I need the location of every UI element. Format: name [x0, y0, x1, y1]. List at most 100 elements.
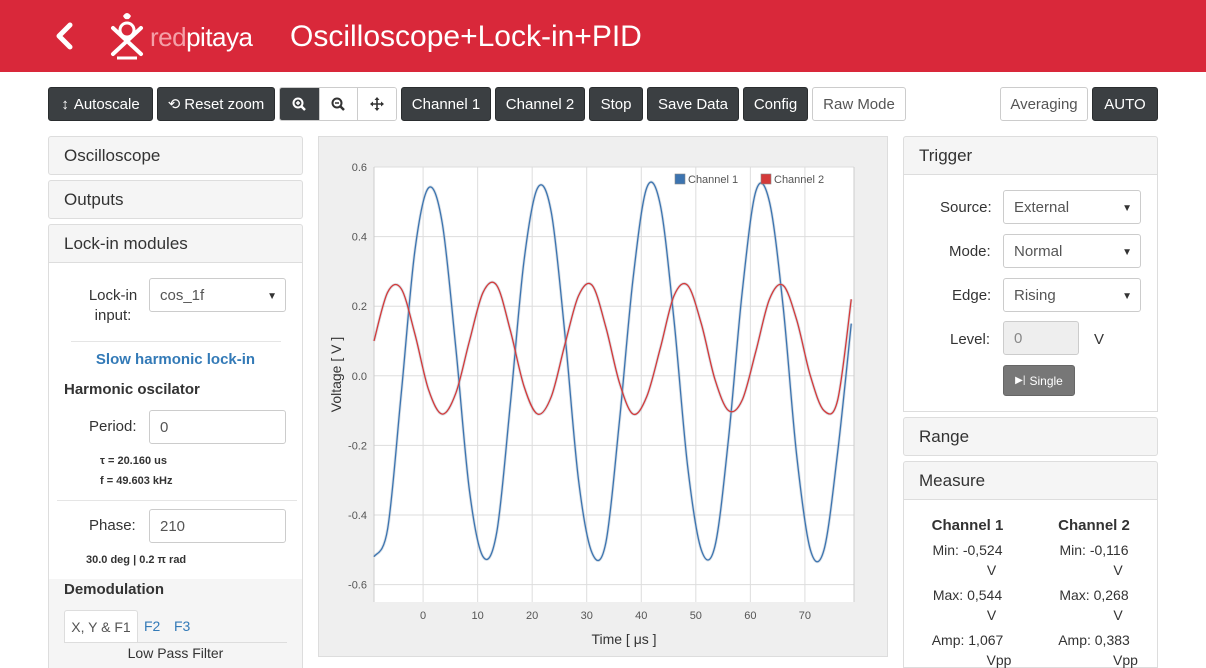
outputs-panel-header[interactable]: Outputs [48, 180, 303, 219]
source-select[interactable]: External ▼ [1003, 190, 1141, 224]
oscilloscope-plot[interactable]: 0 10 20 30 40 50 60 70 0.6 0.4 0.2 0.0 -0.2 -0.4 -0.6 C… [318, 136, 888, 657]
lockin-input-select[interactable]: cos_1f ▼ [149, 278, 286, 312]
caret-down-icon: ▼ [1122, 247, 1132, 258]
app-header: redpitaya Oscilloscope+Lock-in+PID [0, 0, 1206, 72]
ch2-amp-unit: Vpp [1113, 652, 1138, 668]
y-tick-label: -0.6 [348, 580, 367, 592]
phase-input[interactable]: 210 [149, 509, 286, 543]
tab-xy-f1[interactable]: X, Y & F1 [64, 610, 138, 643]
move-icon [370, 97, 385, 111]
divider [57, 500, 297, 501]
frequency-readout: f = 49.603 kHz [100, 475, 173, 487]
refresh-icon: ⟲ [167, 96, 181, 113]
single-button[interactable]: ▶| Single [1003, 365, 1075, 396]
ch2-min: Min: -0,116 [1059, 542, 1129, 558]
legend-label-channel-2: Channel 2 [774, 174, 824, 186]
x-tick-label: 60 [744, 610, 756, 622]
vertical-arrows-icon: ↕ [61, 95, 69, 113]
lockin-panel-header[interactable]: Lock-in modules [48, 224, 303, 263]
low-pass-filter-label: Low Pass Filter [127, 645, 224, 661]
x-axis-label: Time [ μs ] [591, 631, 656, 647]
auto-button[interactable]: AUTO [1092, 87, 1158, 121]
level-input[interactable]: 0 [1003, 321, 1079, 355]
mode-select[interactable]: Normal ▼ [1003, 234, 1141, 268]
demodulation-section: Demodulation X, Y & F1 F2 F3 Low Pass Fi… [49, 579, 302, 668]
channel2-button[interactable]: Channel 2 [495, 87, 585, 121]
step-forward-icon: ▶| [1015, 375, 1026, 386]
caret-down-icon: ▼ [1122, 291, 1132, 302]
level-label: Level: [950, 331, 991, 348]
x-tick-label: 30 [581, 610, 593, 622]
source-label: Source: [940, 199, 992, 216]
divider [71, 341, 281, 342]
raw-mode-button[interactable]: Raw Mode [812, 87, 906, 121]
ch1-min: Min: -0,524 [932, 542, 1003, 558]
pan-button[interactable] [357, 88, 396, 120]
level-unit: V [1094, 331, 1105, 348]
caret-down-icon: ▼ [267, 291, 277, 302]
tab-f2[interactable]: F2 [144, 618, 160, 634]
phase-label: Phase: [89, 517, 136, 534]
y-tick-label: 0.0 [352, 371, 367, 383]
reset-zoom-button[interactable]: ⟲ Reset zoom [157, 87, 275, 121]
measure-ch1-title: Channel 1 [931, 517, 1004, 534]
divider [64, 642, 287, 643]
y-axis-label: Voltage [ V ] [328, 337, 344, 413]
plot-svg: 0 10 20 30 40 50 60 70 0.6 0.4 0.2 0.0 -0.2 -0.4 -0.6 C… [328, 162, 855, 647]
period-label: Period: [89, 418, 137, 435]
measure-panel-body: Channel 1 Min: -0,524 V Max: 0,544 V Amp… [903, 500, 1158, 668]
harmonic-oscilator-heading: Harmonic oscilator [64, 381, 200, 398]
y-tick-label: 0.4 [352, 232, 367, 244]
ch2-min-unit: V [1113, 562, 1123, 578]
zoom-out-icon [331, 97, 346, 111]
y-tick-label: -0.2 [348, 440, 367, 452]
x-tick-label: 50 [690, 610, 702, 622]
ch1-max: Max: 0,544 [932, 587, 1003, 603]
measure-panel-header[interactable]: Measure [903, 461, 1158, 500]
tau-readout: τ = 20.160 us [100, 455, 167, 467]
ch2-max: Max: 0,268 [1059, 587, 1129, 603]
edge-label: Edge: [952, 287, 992, 304]
edge-select[interactable]: Rising ▼ [1003, 278, 1141, 312]
zoom-out-button[interactable] [318, 88, 358, 120]
mode-label: Mode: [949, 243, 991, 260]
y-tick-label: 0.6 [352, 162, 367, 174]
config-button[interactable]: Config [743, 87, 808, 121]
save-data-button[interactable]: Save Data [647, 87, 739, 121]
averaging-button[interactable]: Averaging [1000, 87, 1088, 121]
y-tick-label: -0.4 [348, 510, 367, 522]
x-tick-label: 70 [799, 610, 811, 622]
channel1-button[interactable]: Channel 1 [401, 87, 491, 121]
demodulation-heading: Demodulation [64, 581, 164, 598]
stop-button[interactable]: Stop [589, 87, 643, 121]
autoscale-button[interactable]: ↕ Autoscale [48, 87, 153, 121]
page-title: Oscilloscope+Lock-in+PID [290, 20, 642, 53]
measure-channel2: Channel 2 Min: -0,116 V Max: 0,268 V Amp… [1031, 500, 1157, 668]
lockin-input-label: Lock-in input: [88, 287, 138, 324]
plot-area [374, 167, 854, 602]
measure-ch2-title: Channel 2 [1058, 517, 1130, 534]
ch2-max-unit: V [1113, 607, 1123, 623]
x-tick-label: 0 [420, 610, 426, 622]
x-tick-label: 20 [526, 610, 538, 622]
oscilloscope-panel-header[interactable]: Oscilloscope [48, 136, 303, 175]
trigger-panel-header[interactable]: Trigger [903, 136, 1158, 175]
x-tick-label: 40 [635, 610, 647, 622]
logo-wordmark: redpitaya [150, 22, 253, 52]
back-icon[interactable] [52, 22, 78, 50]
tab-f3[interactable]: F3 [174, 618, 190, 634]
x-tick-label: 10 [472, 610, 484, 622]
zoom-in-button[interactable] [280, 88, 319, 120]
caret-down-icon: ▼ [1122, 203, 1132, 214]
legend-label-channel-1: Channel 1 [688, 174, 738, 186]
period-input[interactable]: 0 [149, 410, 286, 444]
legend-swatch-channel-1 [674, 173, 686, 185]
zoom-button-group [279, 87, 397, 121]
zoom-in-icon [292, 97, 307, 111]
y-tick-label: 0.2 [352, 301, 367, 313]
ch1-amp: Amp: 1,067 [931, 632, 1004, 648]
ch2-amp: Amp: 0,383 [1058, 632, 1130, 648]
slow-harmonic-link[interactable]: Slow harmonic lock-in [49, 351, 302, 368]
phase-readout: 30.0 deg | 0.2 π rad [86, 554, 187, 566]
range-panel-header[interactable]: Range [903, 417, 1158, 456]
